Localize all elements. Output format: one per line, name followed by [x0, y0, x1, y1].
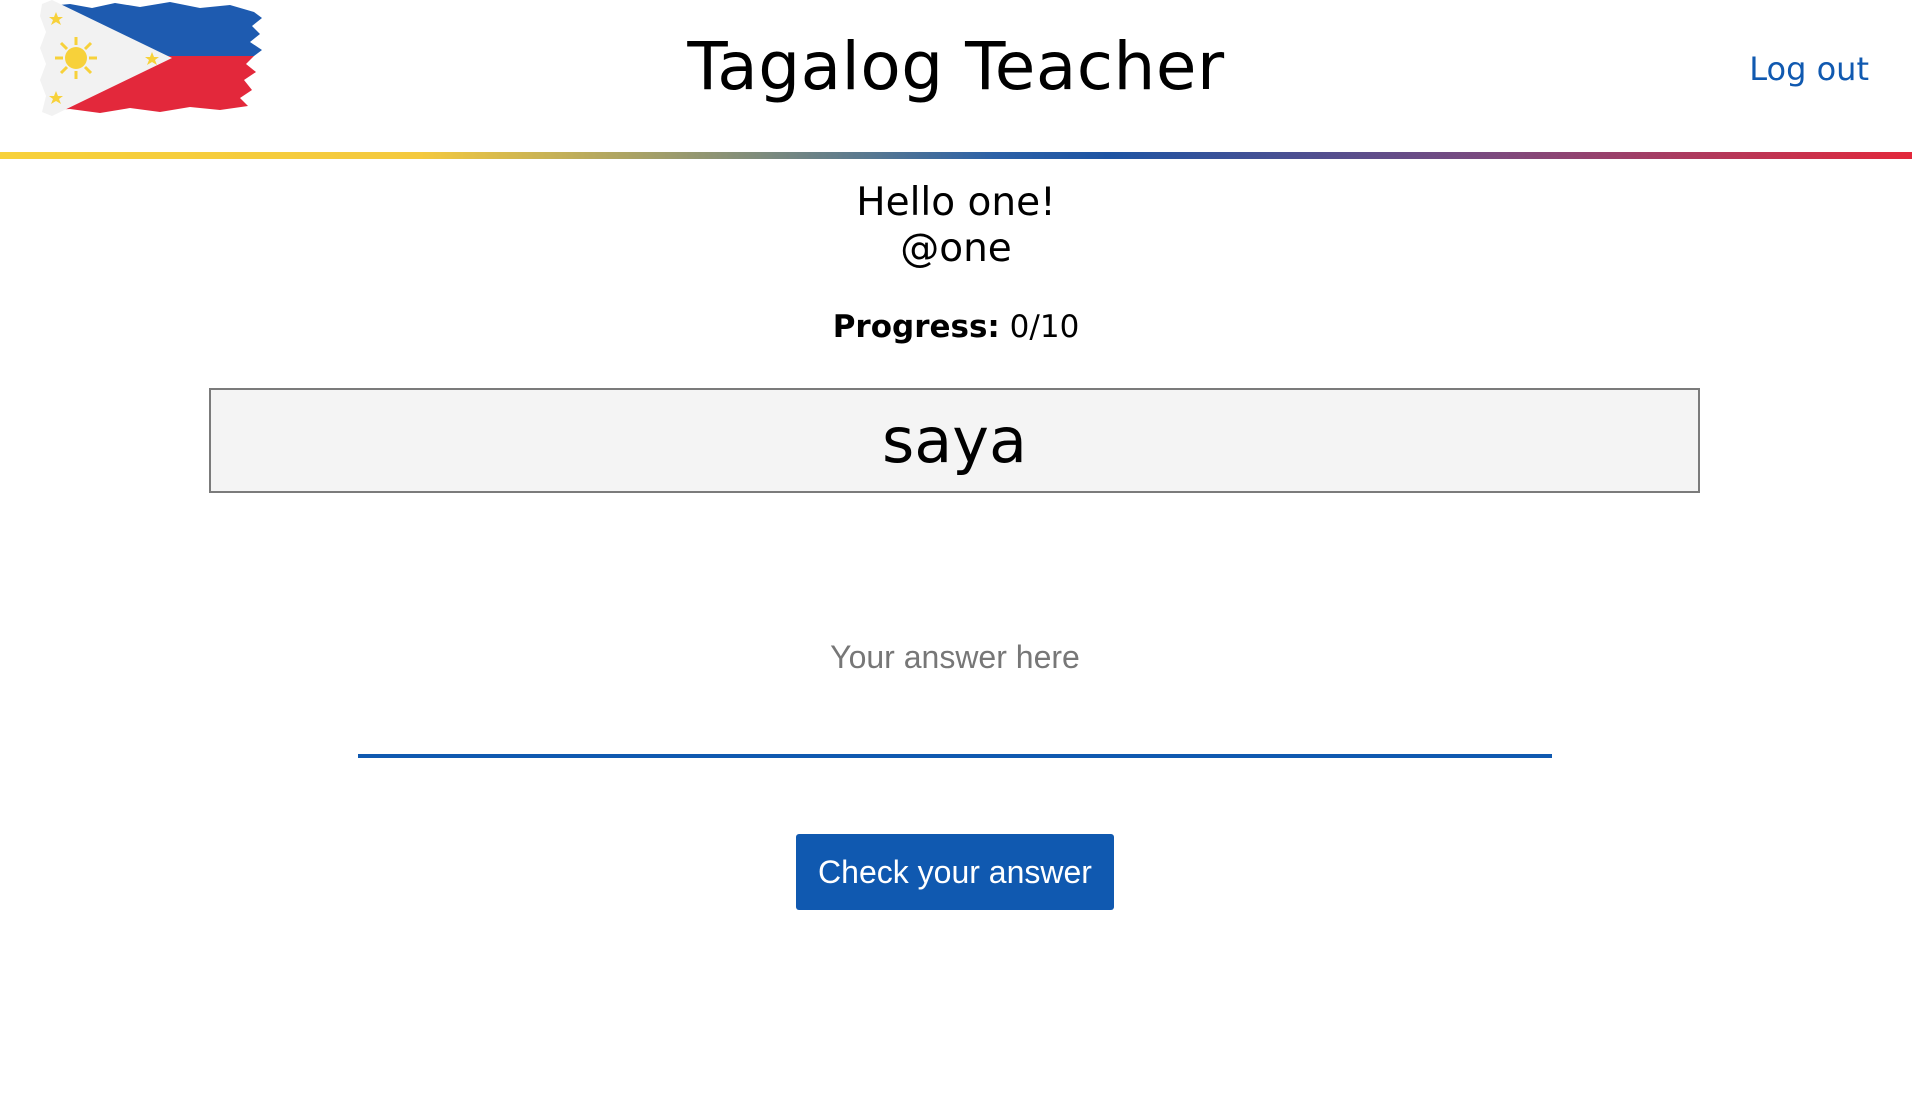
header: Tagalog Teacher Log out — [0, 0, 1912, 152]
user-handle: @one — [900, 226, 1012, 271]
header-divider — [0, 152, 1912, 159]
check-answer-button[interactable]: Check your answer — [796, 834, 1114, 910]
app-title: Tagalog Teacher — [687, 28, 1225, 105]
answer-input[interactable] — [358, 620, 1552, 758]
logout-link[interactable]: Log out — [1749, 50, 1869, 88]
word-card: saya — [209, 388, 1700, 493]
greeting: Hello one! @one — [0, 180, 1912, 272]
greeting-text: Hello one! — [856, 180, 1056, 225]
progress-value: 0/10 — [1009, 309, 1080, 345]
progress-indicator: Progress: 0/10 — [0, 309, 1912, 345]
progress-label: Progress: — [832, 309, 1000, 345]
page: Tagalog Teacher Log out Hello one! @one … — [0, 0, 1912, 1116]
quiz-word: saya — [882, 404, 1027, 477]
